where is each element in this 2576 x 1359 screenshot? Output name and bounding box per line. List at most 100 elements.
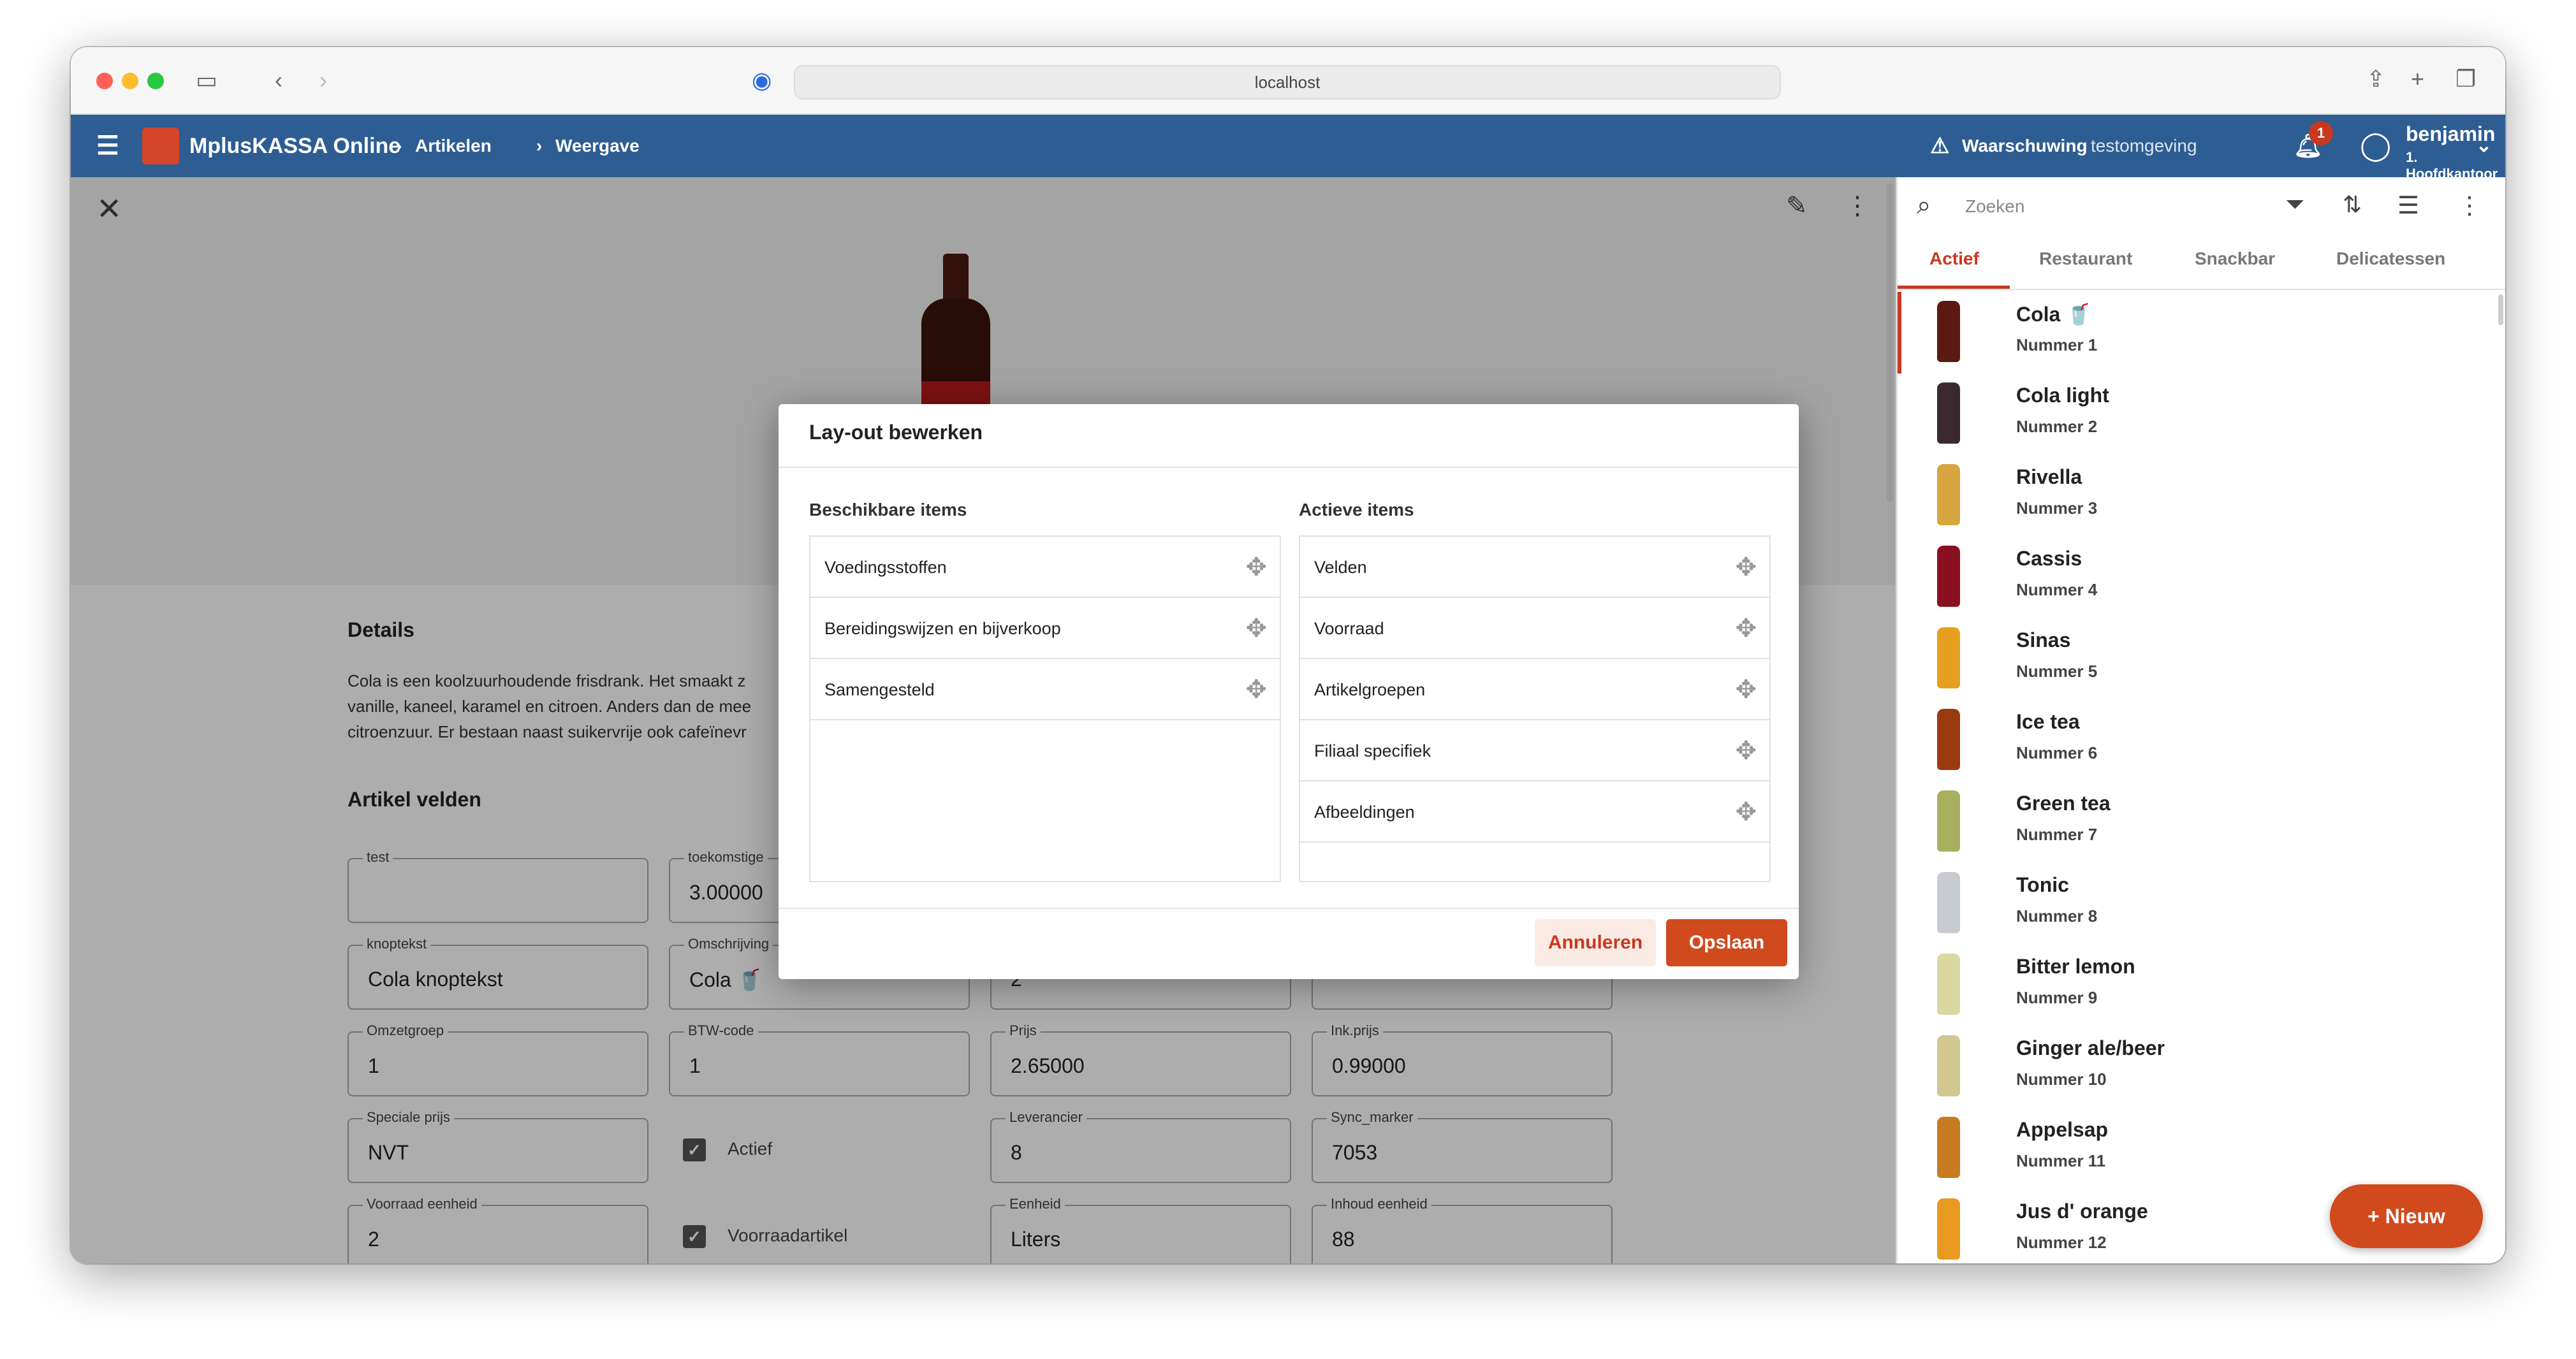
list-item[interactable]: Cola light Nummer 2	[1898, 374, 2497, 455]
item-label: Afbeeldingen	[1314, 803, 1415, 822]
list-item[interactable]: Sinas Nummer 5	[1898, 618, 2497, 700]
tab-actief[interactable]: Actief	[1929, 249, 1979, 269]
compass-icon[interactable]: ◉	[752, 68, 772, 93]
available-item[interactable]: Bereidingswijzen en bijverkoop ✥	[810, 598, 1280, 659]
drag-handle-icon[interactable]: ✥	[1245, 659, 1267, 720]
item-name: Jus d' orange	[2016, 1200, 2148, 1223]
item-name: Rivella	[2016, 465, 2082, 488]
available-item[interactable]: Samengesteld ✥	[810, 659, 1280, 720]
item-number: Nummer 8	[2016, 906, 2098, 926]
warning-label: Waarschuwing	[1962, 136, 2088, 156]
close-window-button[interactable]	[96, 73, 113, 89]
item-name: Appelsap	[2016, 1118, 2109, 1141]
list-item[interactable]: Tonic Nummer 8	[1898, 863, 2497, 945]
logo-icon	[142, 127, 179, 164]
save-button[interactable]: Opslaan	[1666, 919, 1787, 966]
cancel-button[interactable]: Annuleren	[1535, 919, 1656, 966]
drag-handle-icon[interactable]: ✥	[1735, 598, 1757, 659]
list-item[interactable]: Cassis Nummer 4	[1898, 537, 2497, 618]
filter-icon[interactable]: ⏷	[2285, 191, 2304, 219]
item-number: Nummer 5	[2016, 662, 2098, 681]
article-list-pane: ⌕ Zoeken ⏷ ⇅ ☰ ⋮ Actief Restaurant Snack…	[1896, 177, 2505, 1263]
breadcrumb-chevron-icon: ›	[396, 136, 402, 156]
back-icon[interactable]: ‹	[275, 68, 282, 93]
more-vert-icon[interactable]: ⋮	[2457, 191, 2482, 220]
list-item[interactable]: Green tea Nummer 7	[1898, 781, 2497, 863]
active-item[interactable]: Afbeeldingen ✥	[1300, 781, 1769, 843]
sidebar-toggle-icon[interactable]: ▭	[196, 68, 217, 93]
drag-handle-icon[interactable]: ✥	[1735, 720, 1757, 781]
sort-icon[interactable]: ⇅	[2343, 191, 2362, 218]
list-view-icon[interactable]: ☰	[2397, 191, 2419, 220]
bottle-thumbnail	[1937, 1035, 1960, 1096]
list-item[interactable]: Bitter lemon Nummer 9	[1898, 945, 2497, 1026]
item-label: Artikelgroepen	[1314, 680, 1426, 699]
bottle-thumbnail	[1937, 627, 1960, 688]
list-item[interactable]: Cola 🥤 Nummer 1	[1898, 292, 2497, 374]
drag-handle-icon[interactable]: ✥	[1735, 659, 1757, 720]
active-item[interactable]: Filiaal specifiek ✥	[1300, 720, 1769, 781]
tabs-divider	[1898, 289, 2505, 290]
new-button-label: Nieuw	[2385, 1205, 2445, 1228]
selected-item-indicator	[1898, 292, 1901, 374]
menu-icon[interactable]: ☰	[96, 115, 119, 177]
bottle-thumbnail	[1937, 546, 1960, 607]
browser-window: ▭ ‹ › ◉ localhost ⇪ + ❐ ☰ MplusKASSA Onl…	[71, 47, 2505, 1263]
new-article-button[interactable]: + Nieuw	[2330, 1184, 2483, 1248]
bottle-thumbnail	[1937, 872, 1960, 933]
share-icon[interactable]: ⇪	[2366, 66, 2385, 92]
bottle-thumbnail	[1937, 709, 1960, 770]
item-label: Filiaal specifiek	[1314, 741, 1431, 760]
available-items-list: Voedingsstoffen ✥ Bereidingswijzen en bij…	[809, 535, 1281, 882]
maximize-window-button[interactable]	[147, 73, 164, 89]
dialog-title: Lay-out bewerken	[809, 421, 983, 444]
item-name: Green tea	[2016, 792, 2111, 815]
drag-handle-icon[interactable]: ✥	[1245, 537, 1267, 598]
address-bar[interactable]: localhost	[794, 65, 1781, 99]
scrollbar[interactable]	[1887, 184, 1893, 502]
drag-handle-icon[interactable]: ✥	[1245, 598, 1267, 659]
plus-icon: +	[2367, 1205, 2385, 1228]
available-items-title: Beschikbare items	[809, 500, 967, 520]
item-number: Nummer 9	[2016, 988, 2098, 1007]
item-name: Sinas	[2016, 629, 2071, 651]
bottle-thumbnail	[1937, 790, 1960, 852]
new-tab-icon[interactable]: +	[2411, 66, 2424, 92]
warning-env: testomgeving	[2091, 136, 2197, 156]
tab-delicatessen[interactable]: Delicatessen	[2336, 249, 2445, 269]
forward-icon: ›	[319, 67, 327, 93]
active-item[interactable]: Artikelgroepen ✥	[1300, 659, 1769, 720]
item-label: Voedingsstoffen	[824, 558, 947, 577]
divider	[779, 467, 1799, 468]
item-number: Nummer 12	[2016, 1233, 2107, 1252]
bottle-thumbnail	[1937, 301, 1960, 362]
bottle-thumbnail	[1937, 1198, 1960, 1260]
item-name: Cassis	[2016, 547, 2082, 570]
divider	[779, 908, 1799, 909]
chevron-down-icon[interactable]: ⌄	[2476, 115, 2492, 177]
list-item[interactable]: Rivella Nummer 3	[1898, 455, 2497, 537]
list-item[interactable]: Ice tea Nummer 6	[1898, 700, 2497, 781]
list-item[interactable]: Appelsap Nummer 11	[1898, 1108, 2497, 1189]
item-number: Nummer 6	[2016, 743, 2098, 762]
breadcrumb-artikelen[interactable]: Artikelen	[415, 115, 492, 177]
scrollbar[interactable]	[2498, 294, 2503, 325]
bottle-thumbnail	[1937, 1117, 1960, 1178]
breadcrumb-chevron-icon: ›	[536, 136, 543, 156]
tabs-overview-icon[interactable]: ❐	[2455, 66, 2476, 92]
drag-handle-icon[interactable]: ✥	[1735, 781, 1757, 843]
list-item[interactable]: Ginger ale/beer Nummer 10	[1898, 1026, 2497, 1108]
bottle-thumbnail	[1937, 382, 1960, 444]
active-item[interactable]: Voorraad ✥	[1300, 598, 1769, 659]
item-number: Nummer 3	[2016, 498, 2098, 518]
tab-restaurant[interactable]: Restaurant	[2039, 249, 2132, 269]
available-item[interactable]: Voedingsstoffen ✥	[810, 537, 1280, 598]
tab-snackbar[interactable]: Snackbar	[2195, 249, 2275, 269]
minimize-window-button[interactable]	[122, 73, 138, 89]
notification-badge: 1	[2309, 121, 2333, 145]
brand-name[interactable]: MplusKASSA Online	[189, 115, 400, 177]
search-input[interactable]: Zoeken	[1965, 196, 2024, 217]
bottle-thumbnail	[1937, 954, 1960, 1015]
active-item[interactable]: Velden ✥	[1300, 537, 1769, 598]
drag-handle-icon[interactable]: ✥	[1735, 537, 1757, 598]
